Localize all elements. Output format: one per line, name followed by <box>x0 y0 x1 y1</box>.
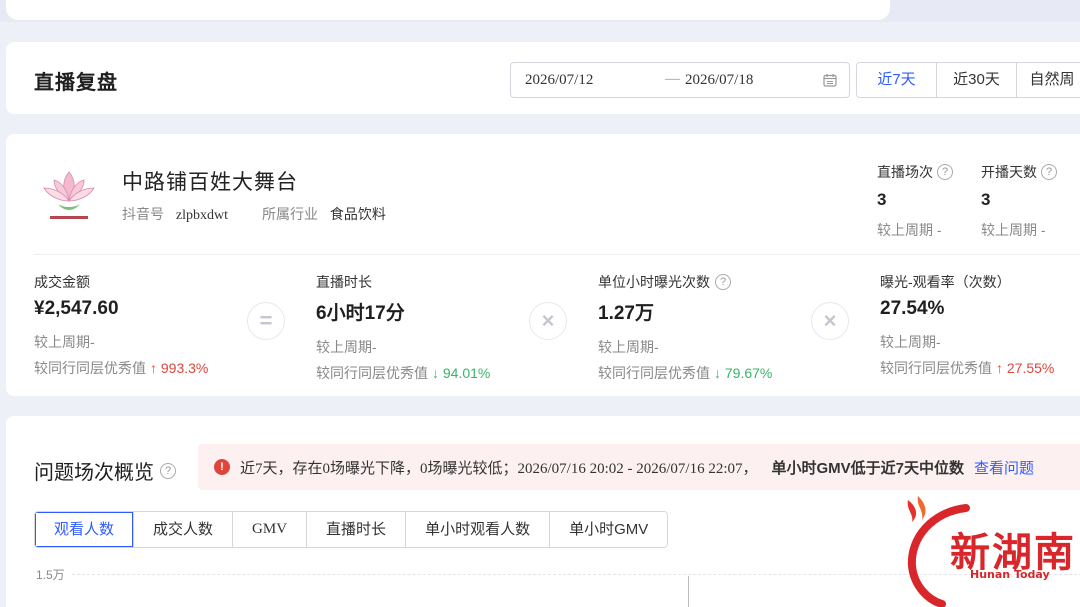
alert-text: 近7天，存在0场曝光下降，0场曝光较低；2026/07/16 20:02 - 2… <box>240 460 758 477</box>
metric-peer-value: ↑ 993.3% <box>150 360 209 376</box>
metric-tabs: 观看人数 成交人数 GMV 直播时长 单小时观看人数 单小时GMV <box>34 511 669 548</box>
sessions-value: 3 <box>877 190 887 209</box>
chart-cursor-line <box>688 576 689 607</box>
date-start[interactable]: 2026/07/12 <box>525 72 593 89</box>
tab-hourly-viewers[interactable]: 单小时观看人数 <box>406 512 551 547</box>
days-label: 开播天数 <box>981 164 1037 180</box>
help-icon[interactable]: ? <box>160 462 176 479</box>
metric-value: 27.54% <box>880 298 945 319</box>
divider <box>34 254 1080 255</box>
douyin-id-label: 抖音号 <box>122 206 164 222</box>
metric-compare: 较上周期- <box>316 339 377 355</box>
problem-title: 问题场次概览 <box>34 462 154 484</box>
metric-label: 直播时长 <box>316 274 372 290</box>
page-title: 直播复盘 <box>34 72 118 94</box>
metric-peer-value: ↑ 27.55% <box>996 360 1055 376</box>
metric-label: 单位小时曝光次数 <box>598 274 710 290</box>
metric-compare: 较上周期- <box>880 334 941 350</box>
tab-viewers[interactable]: 观看人数 <box>35 512 135 547</box>
metric-hourly-exposure: 单位小时曝光次数? 1.27万 较上周期- 较同行同层优秀值 ↓ 79.67% <box>598 272 772 383</box>
metric-compare: 较上周期- <box>34 334 95 350</box>
metric-value: 6小时17分 <box>316 303 405 324</box>
multiply-operator: × <box>811 302 849 340</box>
equals-operator: = <box>247 302 285 340</box>
tab-hourly-gmv[interactable]: 单小时GMV <box>550 512 668 547</box>
industry-value: 食品饮料 <box>329 206 386 222</box>
metric-peer-label: 较同行同层优秀值 <box>880 360 992 376</box>
days-stat: 开播天数? 3 较上周期 - <box>981 162 1057 240</box>
days-value: 3 <box>981 190 991 209</box>
alert-highlight: 单小时GMV低于近7天中位数 <box>771 459 965 477</box>
douyin-id-field: 抖音号 zlpbxdwt <box>122 204 228 224</box>
alert-bar: ! 近7天，存在0场曝光下降，0场曝光较低；2026/07/16 20:02 -… <box>198 444 1080 490</box>
metric-compare: 较上周期- <box>598 339 659 355</box>
tab-last-30-days[interactable]: 近30天 <box>937 63 1017 97</box>
metric-exposure-view-rate: 曝光-观看率（次数） 27.54% 较上周期- 较同行同层优秀值 ↑ 27.55% <box>880 272 1054 378</box>
metric-peer-label: 较同行同层优秀值 <box>598 365 710 381</box>
date-separator: — <box>665 71 680 87</box>
account-card: 中路铺百姓大舞台 抖音号 zlpbxdwt 所属行业 食品饮料 直播场次? 3 … <box>6 134 1080 396</box>
metric-label: 成交金额 <box>34 274 90 290</box>
help-icon[interactable]: ? <box>937 164 953 180</box>
metric-peer-value: ↓ 94.01% <box>432 365 491 381</box>
sessions-compare: 较上周期 - <box>877 222 942 238</box>
metric-value: ¥2,547.60 <box>34 298 119 319</box>
metric-duration: 直播时长 6小时17分 较上周期- 较同行同层优秀值 ↓ 94.01% <box>316 272 490 383</box>
tab-gmv[interactable]: GMV <box>233 512 308 547</box>
range-tabs: 近7天 近30天 自然周 <box>856 62 1080 98</box>
tab-natural-week[interactable]: 自然周 <box>1017 63 1080 97</box>
multiply-operator: × <box>529 302 567 340</box>
industry-label: 所属行业 <box>262 206 318 222</box>
industry-field: 所属行业 食品饮料 <box>262 204 386 224</box>
account-logo <box>43 171 95 219</box>
douyin-id: zlpbxdwt <box>175 208 228 223</box>
header-card: 直播复盘 2026/07/12 — 2026/07/18 近7天 近30天 自然… <box>6 42 1080 114</box>
metric-peer-label: 较同行同层优秀值 <box>316 365 428 381</box>
y-axis-label: 1.5万 <box>36 568 65 582</box>
metric-peer-label: 较同行同层优秀值 <box>34 360 146 376</box>
metric-value: 1.27万 <box>598 303 654 324</box>
metric-gmv: 成交金额 ¥2,547.60 较上周期- 较同行同层优秀值 ↑ 993.3% <box>34 272 208 378</box>
tab-last-7-days[interactable]: 近7天 <box>857 63 937 97</box>
date-range-picker[interactable]: 2026/07/12 — 2026/07/18 <box>510 62 850 98</box>
sessions-label: 直播场次 <box>877 164 933 180</box>
account-name: 中路铺百姓大舞台 <box>122 171 298 194</box>
sessions-stat: 直播场次? 3 较上周期 - <box>877 162 953 240</box>
watermark-subtext: Hunan Today <box>970 568 1050 581</box>
tab-duration[interactable]: 直播时长 <box>307 512 407 547</box>
top-card <box>6 0 890 20</box>
view-problem-link[interactable]: 查看问题 <box>974 457 1034 478</box>
alert-icon: ! <box>214 459 230 475</box>
calendar-icon[interactable] <box>823 73 837 87</box>
metric-label: 曝光-观看率（次数） <box>880 274 1011 290</box>
help-icon[interactable]: ? <box>1041 164 1057 180</box>
tab-buyers[interactable]: 成交人数 <box>134 512 234 547</box>
days-compare: 较上周期 - <box>981 222 1046 238</box>
metric-peer-value: ↓ 79.67% <box>714 365 773 381</box>
help-icon[interactable]: ? <box>715 274 731 290</box>
problem-title-row: 问题场次概览 ? <box>34 456 176 485</box>
watermark-logo: 新湖南 Hunan Today <box>896 494 1076 607</box>
date-end[interactable]: 2026/07/18 <box>685 72 753 89</box>
